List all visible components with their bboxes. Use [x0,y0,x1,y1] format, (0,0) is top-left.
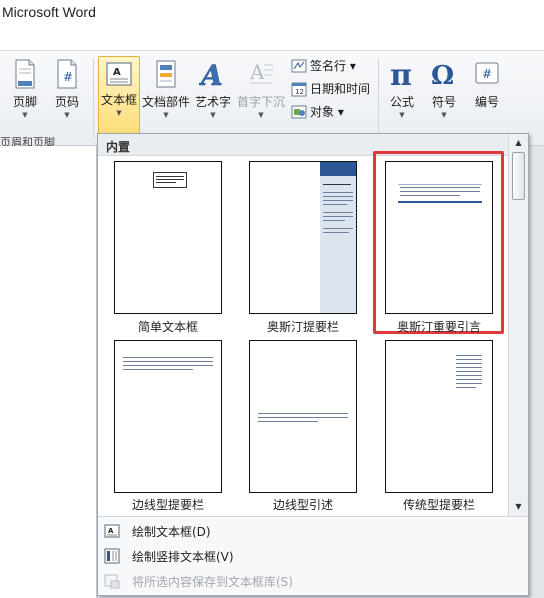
gallery-caption: 简单文本框 [137,320,198,334]
equation-button[interactable]: π 公式 ▼ [384,59,420,119]
document-page [0,146,97,598]
footer-label: 页脚 [12,95,37,109]
title-bar: Microsoft Word [0,0,544,50]
svg-text:A: A [199,59,223,89]
number-icon: # [475,62,499,84]
quick-parts-label: 文档部件 [142,95,191,109]
date-time-label: 日期和时间 [310,82,371,96]
svg-text:A: A [108,527,114,535]
object-button[interactable]: 对象 ▾ [291,103,344,120]
pi-icon: π [390,59,412,89]
gallery-item-austin-sidebar[interactable] [249,161,357,314]
draw-vertical-textbox-label: 绘制竖排文本框(V) [132,549,234,564]
save-selection-label: 将所选内容保存到文本框库(S) [132,574,293,589]
draw-textbox-menu-item[interactable]: A 绘制文本框(D) [98,519,528,543]
ribbon-separator [93,58,94,138]
svg-text:Ω: Ω [431,61,454,89]
draw-textbox-label: 绘制文本框(D) [132,524,211,539]
symbol-label: 符号 [431,95,456,109]
svg-text:A: A [249,60,265,84]
document-background [529,146,544,598]
symbol-button[interactable]: Ω 符号 ▼ [426,59,462,119]
gallery-caption: 奥斯汀提要栏 [266,320,339,334]
save-selection-icon [104,574,120,589]
equation-label: 公式 [389,95,414,109]
number-label: 编号 [474,95,499,109]
textbox-icon: A [106,62,132,86]
textbox-gallery-dropdown: 内置 简单文本框 奥斯汀提要栏 奥斯汀重要引言 边线型提要栏 边线型引述 传统型… [97,133,529,596]
gallery-item-sideline-sidebar[interactable] [114,340,222,493]
textbox-label: 文本框 [100,93,137,107]
ribbon-insert-tab: 页脚 ▼ # 页码 ▼ A 文本框 ▼ 文档部件 ▼ A 艺术字 ▼ A 首字下… [0,50,544,146]
signature-line-button[interactable]: 签名行 ▾ [291,57,356,74]
date-time-icon: 12 [291,82,307,96]
save-selection-menu-item[interactable]: 将所选内容保存到文本框库(S) [98,569,528,593]
footer-icon [15,59,35,89]
gallery-item-simple-textbox[interactable] [114,161,222,314]
omega-icon: Ω [431,61,454,89]
page-number-button[interactable]: # 页码 ▼ [50,59,84,119]
object-label: 对象 ▾ [310,105,344,119]
gallery-caption: 边线型提要栏 [131,498,204,512]
gallery-caption: 边线型引述 [272,498,333,512]
gallery-item-austin-pull-quote[interactable] [385,161,493,314]
gallery-caption: 传统型提要栏 [402,498,475,512]
page-number-icon: # [57,59,77,89]
svg-text:A: A [113,67,121,78]
page-number-label: 页码 [54,95,79,109]
number-button[interactable]: # 编号 [470,59,504,110]
draw-vertical-textbox-icon [104,548,120,564]
wordart-icon: A [199,59,223,89]
textbox-menu: A 绘制文本框(D) 绘制竖排文本框(V) 将所选内容保存到文本框库(S) [98,516,528,595]
gallery-scrollbar[interactable]: ▲ ▼ [508,134,528,516]
textbox-button[interactable]: A 文本框 ▼ [98,56,140,134]
ribbon-separator [378,58,379,138]
drop-cap-icon: A [249,60,273,84]
draw-vertical-textbox-menu-item[interactable]: 绘制竖排文本框(V) [98,544,528,568]
svg-text:#: # [482,67,492,81]
quick-parts-icon [156,60,176,88]
svg-text:π: π [390,59,412,89]
wordart-button[interactable]: A 艺术字 ▼ [194,59,232,119]
gallery-item-sideline-quote[interactable] [249,340,357,493]
gallery-caption: 奥斯汀重要引言 [396,320,481,334]
signature-line-label: 签名行 ▾ [310,59,356,73]
draw-textbox-icon: A [104,524,120,538]
footer-button[interactable]: 页脚 ▼ [8,59,42,119]
scroll-down-icon[interactable]: ▼ [512,500,525,513]
drop-cap-label: 首字下沉 [236,95,285,109]
svg-text:12: 12 [295,88,304,96]
wordart-label: 艺术字 [194,95,231,109]
svg-text:#: # [63,70,73,84]
drop-cap-button[interactable]: A 首字下沉 ▼ [236,59,286,119]
date-time-button[interactable]: 12 日期和时间 [291,80,370,97]
window-title: Microsoft Word [2,4,96,20]
signature-line-icon [291,59,307,72]
object-icon [291,105,307,118]
scroll-thumb[interactable] [512,152,525,200]
gallery-item-traditional-sidebar[interactable] [385,340,493,493]
scroll-up-icon[interactable]: ▲ [512,136,525,149]
gallery-section-title: 内置 [106,140,131,154]
quick-parts-button[interactable]: 文档部件 ▼ [142,59,190,119]
